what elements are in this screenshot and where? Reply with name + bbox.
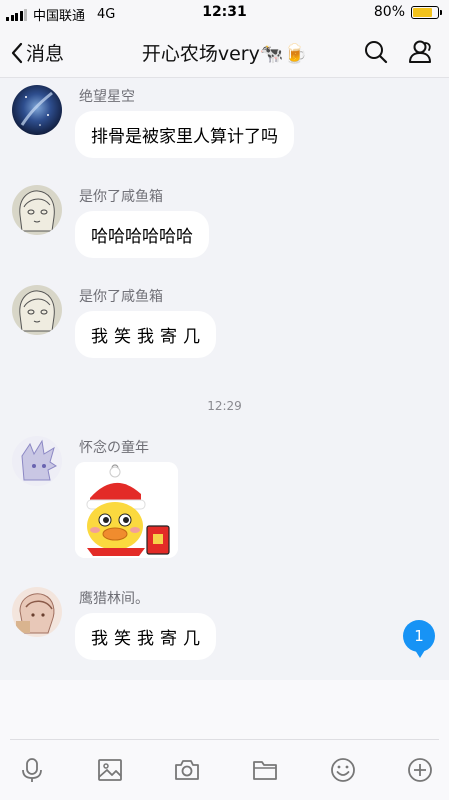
battery-percentage: 80%	[373, 4, 405, 20]
message-bubble[interactable]: 我笑我寄几	[75, 613, 216, 660]
microphone-icon[interactable]	[18, 756, 46, 784]
avatar-image	[12, 85, 62, 135]
message-bubble[interactable]: 我笑我寄几	[75, 311, 216, 358]
emoji-icon[interactable]	[329, 756, 357, 784]
avatar-image	[12, 185, 62, 235]
status-bar: 中国联通 4G 12:31 80%	[0, 0, 449, 26]
message-input[interactable]	[10, 739, 439, 740]
sender-name: 怀念の童年	[79, 440, 149, 456]
avatar[interactable]	[12, 587, 62, 637]
message-bubble[interactable]: 哈哈哈哈哈哈	[75, 211, 209, 258]
unread-messages-badge[interactable]: 1	[403, 620, 435, 658]
avatar[interactable]	[12, 436, 62, 486]
sender-name: 鹰猎林间。	[79, 591, 149, 607]
message-bubble[interactable]: 排骨是被家里人算计了吗	[75, 111, 294, 158]
sticker-message[interactable]	[75, 462, 178, 558]
folder-icon[interactable]	[251, 756, 279, 784]
avatar[interactable]	[12, 285, 62, 335]
avatar[interactable]	[12, 185, 62, 235]
battery-icon	[411, 5, 442, 19]
plus-icon[interactable]	[406, 756, 434, 784]
avatar-image	[12, 587, 62, 637]
battery-fill	[413, 7, 433, 17]
input-area	[0, 680, 449, 800]
chat-header: 消息 开心农场very🐄🍺	[0, 26, 449, 78]
sender-name: 是你了咸鱼箱	[79, 189, 163, 205]
camera-icon[interactable]	[173, 756, 201, 784]
image-icon[interactable]	[96, 756, 124, 784]
group-members-icon[interactable]	[407, 38, 435, 66]
sender-name: 是你了咸鱼箱	[79, 289, 163, 305]
duck-red-envelope-sticker	[75, 462, 178, 558]
search-icon[interactable]	[362, 38, 390, 66]
sender-name: 绝望星空	[79, 89, 135, 105]
avatar-image	[12, 285, 62, 335]
time-divider: 12:29	[207, 399, 242, 413]
avatar-image	[12, 436, 62, 486]
avatar[interactable]	[12, 85, 62, 135]
